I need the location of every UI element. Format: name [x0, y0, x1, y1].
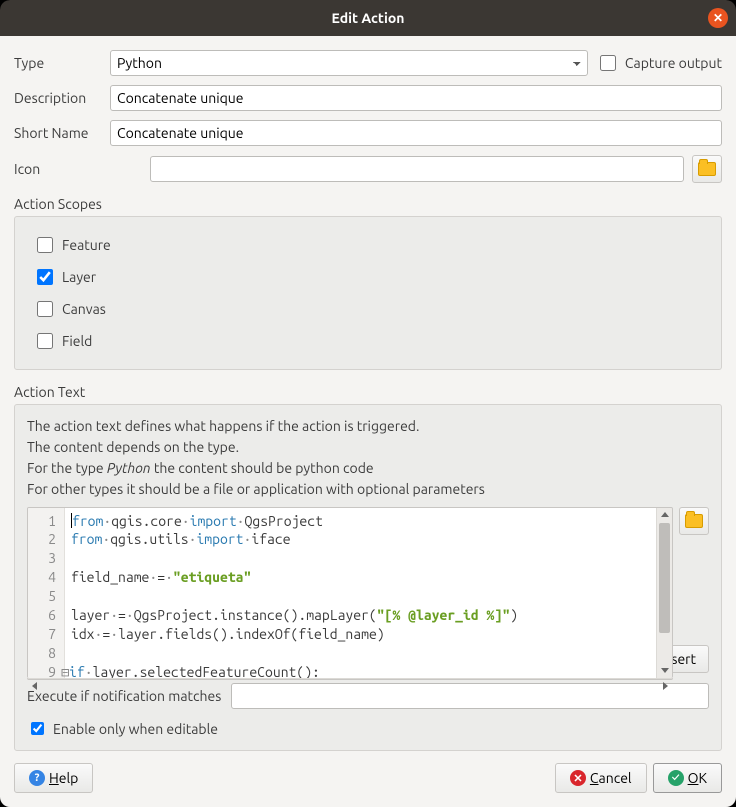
scope-layer-label: Layer — [62, 269, 96, 285]
scope-feature-label: Feature — [62, 237, 111, 253]
dialog-body: Type Python Capture output Description S… — [0, 36, 736, 807]
action-text-frame: The action text defines what happens if … — [14, 404, 722, 751]
scroll-down-icon[interactable] — [657, 664, 672, 678]
enable-only-when-editable-label: Enable only when editable — [53, 721, 218, 737]
type-label: Type — [14, 55, 102, 71]
scope-field-label: Field — [62, 333, 92, 349]
scope-field-checkbox[interactable] — [37, 333, 53, 349]
icon-browse-button[interactable] — [692, 155, 722, 183]
action-text-help: The action text defines what happens if … — [27, 415, 709, 501]
editor-vscrollbar[interactable] — [656, 508, 672, 678]
ok-icon: ✓ — [668, 770, 684, 786]
action-text-label: Action Text — [14, 384, 722, 400]
cancel-icon: ✕ — [570, 770, 586, 786]
dialog-footer: ? Help ✕ Cancel ✓ OK — [14, 763, 722, 793]
action-text-browse-button[interactable] — [679, 507, 709, 535]
help-button[interactable]: ? Help — [14, 763, 93, 793]
titlebar: Edit Action ✕ — [0, 0, 736, 36]
scope-feature-checkbox[interactable] — [37, 237, 53, 253]
execute-if-label: Execute if notification matches — [27, 688, 221, 704]
short-name-input[interactable] — [110, 120, 722, 146]
capture-output-checkbox[interactable]: Capture output — [596, 52, 722, 74]
short-name-label: Short Name — [14, 125, 102, 141]
folder-icon — [698, 162, 716, 176]
notification-match-input[interactable] — [231, 683, 709, 709]
action-scopes-frame: Feature Layer Canvas Field — [14, 216, 722, 370]
scope-feature[interactable]: Feature — [31, 229, 705, 261]
scope-layer[interactable]: Layer — [31, 261, 705, 293]
description-label: Description — [14, 90, 102, 106]
action-scopes-label: Action Scopes — [14, 196, 722, 212]
enable-only-when-editable-checkbox[interactable] — [31, 722, 44, 735]
scroll-up-icon[interactable] — [657, 508, 672, 522]
ok-button[interactable]: ✓ OK — [653, 763, 722, 793]
code-content[interactable]: from·qgis.core·import·QgsProject from·qg… — [65, 508, 672, 678]
scope-canvas[interactable]: Canvas — [31, 293, 705, 325]
vscroll-thumb[interactable] — [659, 523, 670, 633]
help-icon: ? — [29, 770, 45, 786]
capture-output-label: Capture output — [625, 55, 722, 71]
window-title: Edit Action — [332, 10, 405, 26]
dialog-window: Edit Action ✕ Type Python Capture output… — [0, 0, 736, 807]
description-input[interactable] — [110, 85, 722, 111]
code-editor[interactable]: 123456789 from·qgis.core·import·QgsProje… — [27, 507, 673, 678]
capture-output-input[interactable] — [600, 55, 616, 71]
icon-label: Icon — [14, 161, 102, 177]
cancel-button[interactable]: ✕ Cancel — [555, 763, 647, 793]
scope-field[interactable]: Field — [31, 325, 705, 357]
scope-canvas-checkbox[interactable] — [37, 301, 53, 317]
folder-icon — [685, 514, 703, 528]
scope-canvas-label: Canvas — [62, 301, 106, 317]
type-select[interactable]: Python — [110, 50, 588, 76]
enable-only-when-editable[interactable]: Enable only when editable — [27, 719, 709, 738]
close-icon[interactable]: ✕ — [708, 8, 728, 28]
icon-input[interactable] — [150, 156, 684, 182]
line-number-gutter: 123456789 — [28, 508, 65, 678]
editor-hscrollbar[interactable] — [27, 678, 673, 680]
scope-layer-checkbox[interactable] — [37, 269, 53, 285]
